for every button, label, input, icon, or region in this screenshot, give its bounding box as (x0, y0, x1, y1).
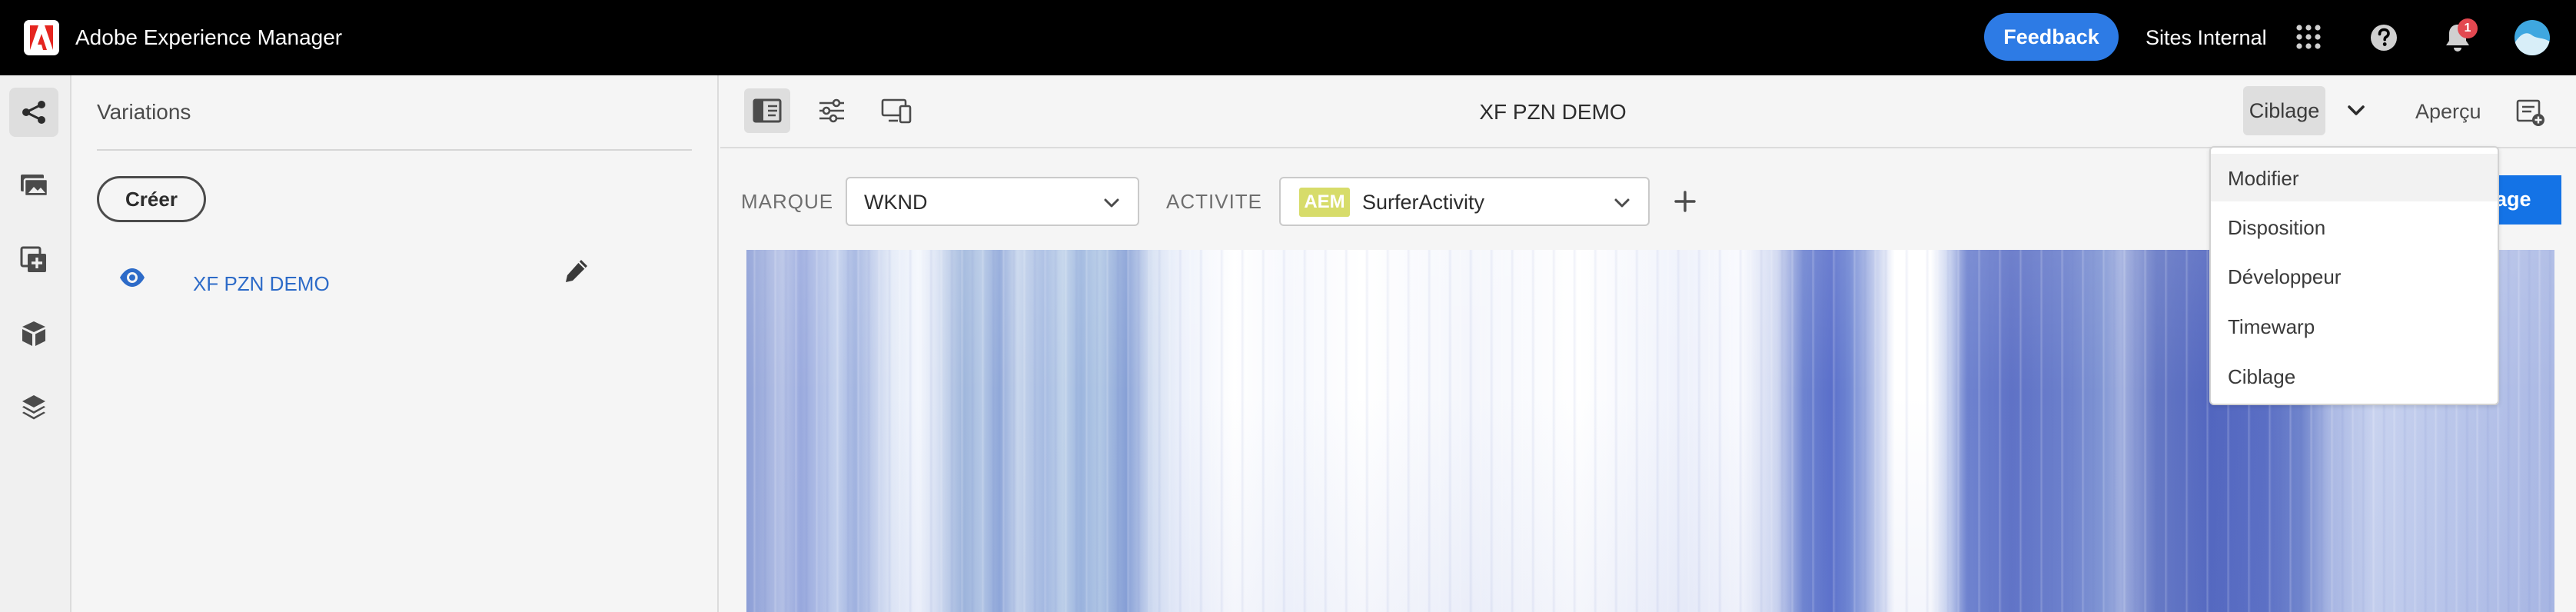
share-icon[interactable] (9, 88, 58, 137)
brand-label: MARQUE (741, 190, 834, 213)
assets-glyph-icon (21, 175, 48, 198)
mode-selector-button[interactable]: Ciblage (2243, 86, 2325, 135)
brand-value: WKND (864, 191, 928, 214)
mode-menu: Modifier Disposition Développeur Timewar… (2209, 146, 2499, 405)
menu-item-label: Ciblage (2228, 365, 2296, 388)
page-properties-button[interactable] (809, 88, 855, 133)
emulator-button[interactable] (873, 88, 919, 133)
chevron-down-icon (1614, 198, 1630, 208)
panel-title: Variations (97, 100, 191, 124)
menu-item-ciblage[interactable]: Ciblage (2211, 352, 2498, 400)
avatar[interactable] (2515, 20, 2550, 55)
layers-glyph-icon (22, 395, 45, 420)
feedback-button[interactable]: Feedback (1984, 13, 2119, 61)
adobe-logo[interactable] (24, 20, 59, 55)
cube-glyph-icon (22, 321, 45, 346)
eye-icon[interactable] (119, 268, 145, 288)
assets-icon[interactable] (9, 161, 58, 211)
cube-icon[interactable] (9, 309, 58, 358)
activity-value: SurferActivity (1362, 191, 1485, 214)
menu-item-label: Timewarp (2228, 315, 2315, 338)
menu-item-timewarp[interactable]: Timewarp (2211, 302, 2498, 350)
page-title: XF PZN DEMO (1479, 100, 1627, 124)
toggle-side-panel-button[interactable] (744, 88, 790, 133)
add-activity-icon[interactable] (1670, 186, 1700, 217)
menu-item-label: Disposition (2228, 216, 2326, 239)
emulator-icon (881, 98, 912, 124)
brand-select[interactable]: WKND (846, 177, 1139, 226)
pencil-icon[interactable] (563, 257, 590, 284)
side-panel-icon (753, 98, 782, 123)
variation-link[interactable]: XF PZN DEMO (193, 272, 330, 296)
menu-item-modifier[interactable]: Modifier (2211, 154, 2498, 201)
chevron-down-icon[interactable] (2345, 98, 2368, 121)
menu-item-developpeur[interactable]: Développeur (2211, 252, 2498, 300)
adobe-a-icon (30, 25, 53, 50)
menu-item-label: Modifier (2228, 167, 2299, 190)
components-icon[interactable] (9, 235, 58, 284)
start-targeting-label: age (2495, 188, 2531, 211)
annotations-icon[interactable] (2515, 97, 2546, 128)
activity-label: ACTIVITE (1166, 190, 1263, 213)
org-switcher[interactable]: Sites Internal (2146, 25, 2267, 51)
avatar-image-icon (2515, 33, 2550, 55)
variations-panel: Variations Créer XF PZN DEMO (73, 75, 719, 612)
global-header: Adobe Experience Manager Feedback Sites … (0, 0, 2576, 75)
layers-icon[interactable] (9, 383, 58, 432)
create-button[interactable]: Créer (97, 176, 206, 222)
share-glyph-icon (22, 101, 45, 124)
properties-icon (819, 98, 844, 123)
help-icon[interactable] (2369, 23, 2398, 52)
preview-button[interactable]: Aperçu (2415, 100, 2481, 124)
panel-divider (97, 149, 692, 151)
notification-badge: 1 (2458, 18, 2478, 38)
menu-item-label: Développeur (2228, 265, 2342, 288)
menu-item-disposition[interactable]: Disposition (2211, 203, 2498, 251)
activity-select[interactable]: AEM SurferActivity (1279, 177, 1650, 226)
chevron-down-icon (1104, 198, 1119, 208)
apps-grid-icon[interactable] (2295, 24, 2322, 50)
app-title: Adobe Experience Manager (75, 25, 343, 49)
aem-tag: AEM (1299, 188, 1350, 217)
components-glyph-icon (20, 246, 46, 272)
side-rail (0, 75, 71, 612)
